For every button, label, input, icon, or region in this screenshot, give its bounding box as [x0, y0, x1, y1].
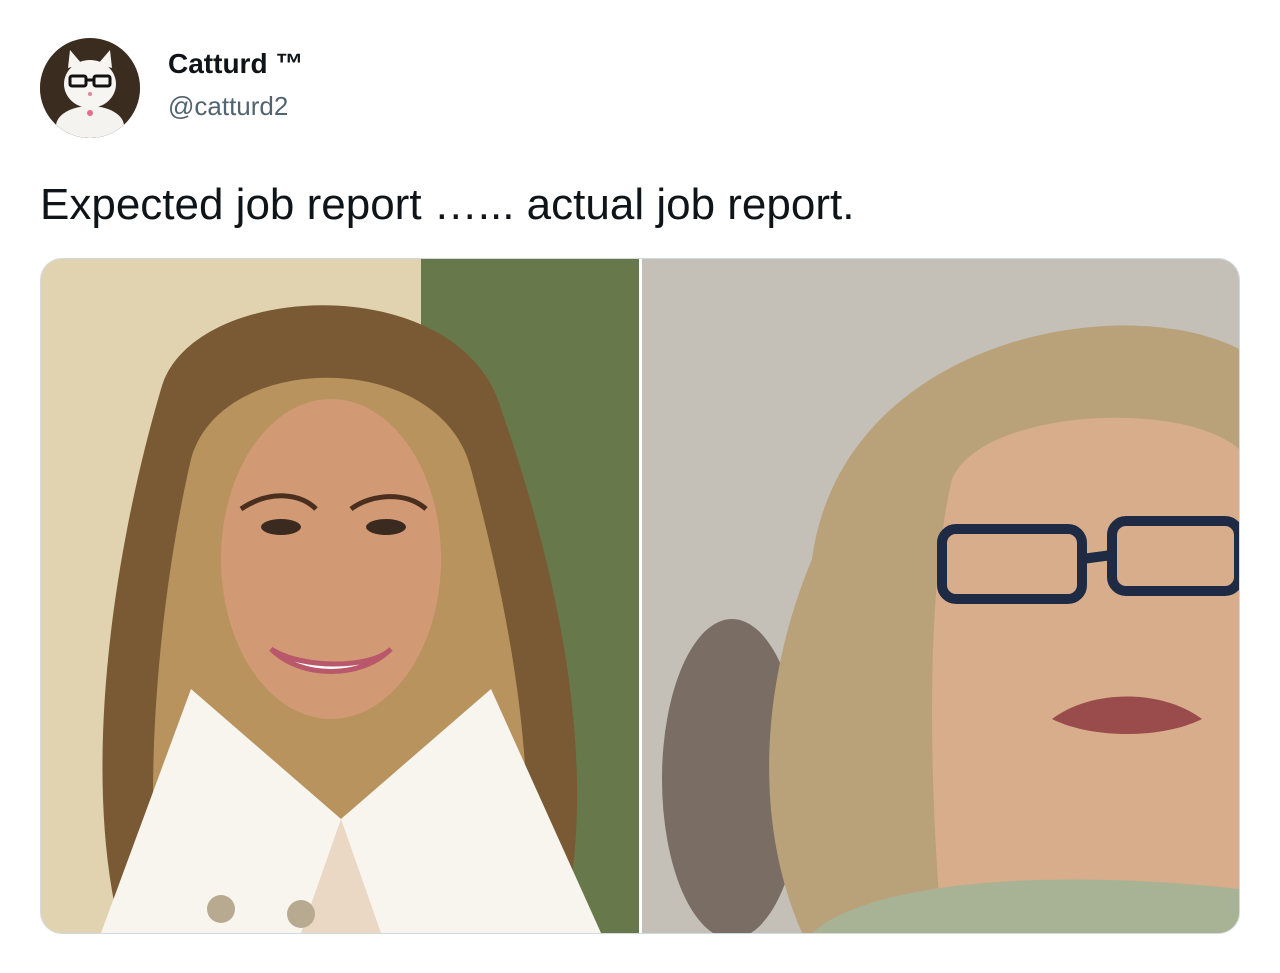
user-handle[interactable]: @catturd2 [168, 90, 288, 122]
smiling-woman-photo-icon [41, 259, 639, 933]
avatar[interactable] [40, 38, 140, 138]
media-photo-right[interactable] [642, 259, 1239, 933]
cat-avatar-icon [40, 38, 140, 138]
media-grid [40, 258, 1240, 934]
woman-glasses-photo-icon [642, 259, 1239, 933]
tweet-card: Catturd ™ @catturd2 Expected job report … [0, 0, 1280, 973]
display-name[interactable]: Catturd ™ [168, 47, 303, 81]
media-photo-left[interactable] [41, 259, 639, 933]
tweet-text: Expected job report …... actual job repo… [40, 180, 855, 229]
